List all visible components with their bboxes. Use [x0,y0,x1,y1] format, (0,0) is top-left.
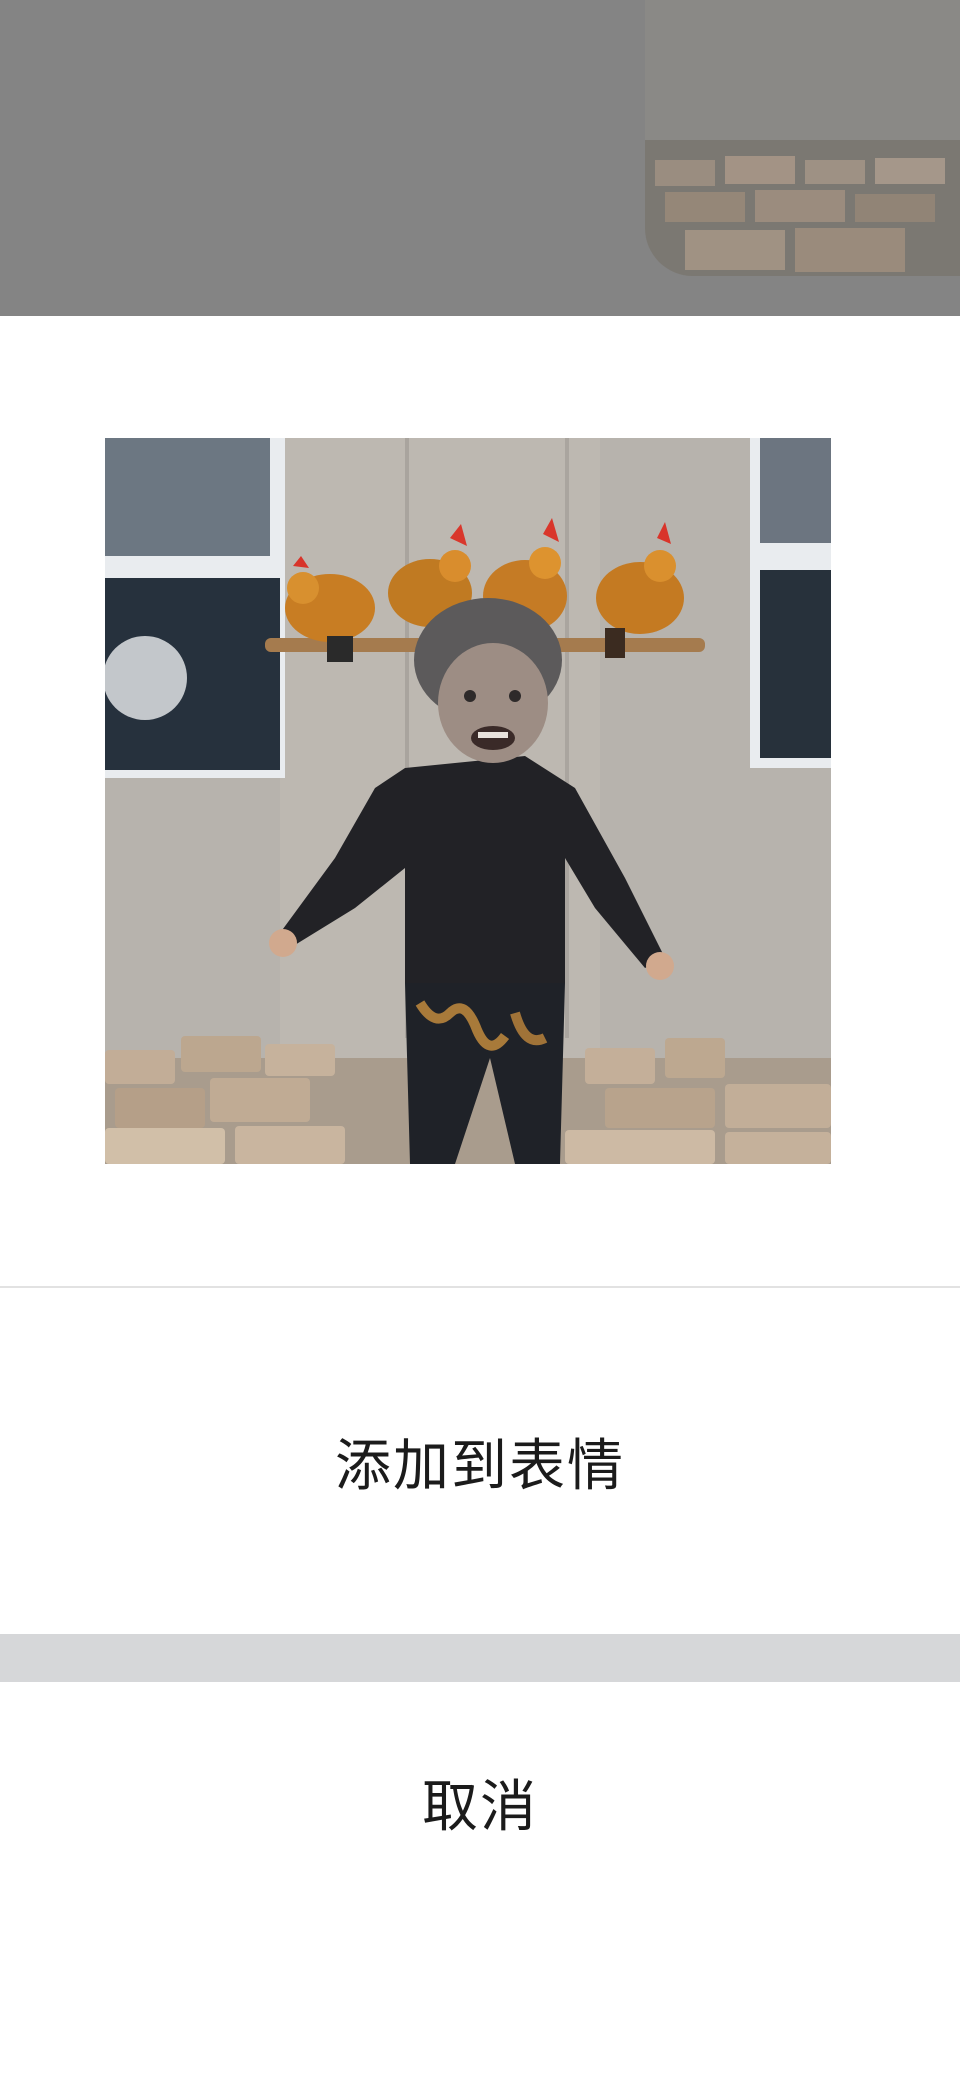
dimmed-backdrop[interactable] [0,0,960,316]
add-to-stickers-button[interactable]: 添加到表情 [0,1288,960,1634]
add-to-stickers-label: 添加到表情 [335,1433,625,1499]
action-sheet: 添加到表情 取消 [0,316,960,2078]
section-gap [0,1634,960,1682]
cancel-label: 取消 [422,1775,538,1840]
background-image-thumbnail [645,0,960,276]
cancel-button[interactable]: 取消 [0,1682,960,2078]
sticker-preview-area [0,316,960,1286]
sticker-image [105,438,831,1164]
